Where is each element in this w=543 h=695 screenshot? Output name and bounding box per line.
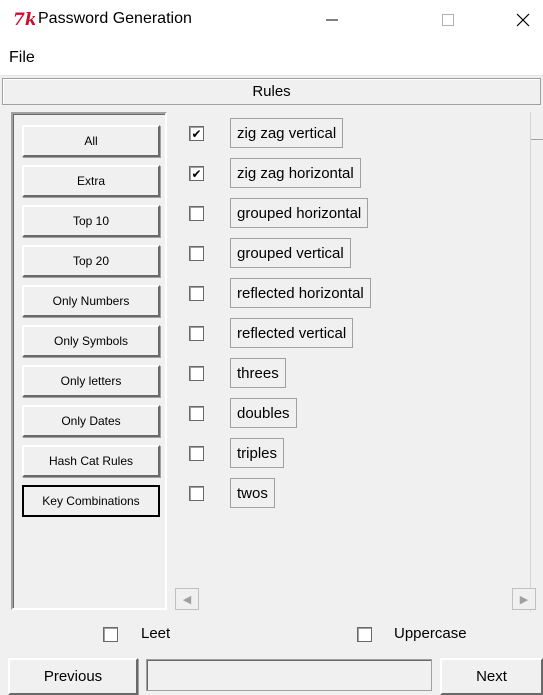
option-label: zig zag horizontal	[230, 158, 361, 188]
checkmark-icon: ✔	[191, 166, 202, 181]
option-label: grouped vertical	[230, 238, 351, 268]
scroll-right-arrow-icon[interactable]: ▶	[512, 588, 536, 610]
option-label: reflected horizontal	[230, 278, 371, 308]
option-checkbox[interactable]: ✔	[189, 166, 204, 181]
option-checkbox[interactable]	[189, 406, 204, 421]
rule-options-list: ✔ zig zag vertical ✔ zig zag horizontal grou…	[174, 112, 530, 612]
minimize-icon	[326, 19, 338, 21]
rule-button-only-dates[interactable]: Only Dates	[22, 405, 160, 437]
option-label: threes	[230, 358, 286, 388]
rule-button-only-symbols[interactable]: Only Symbols	[22, 325, 160, 357]
next-button[interactable]: Next	[440, 658, 543, 695]
option-label: zig zag vertical	[230, 118, 344, 148]
rule-button-extra[interactable]: Extra	[22, 165, 160, 197]
window-title: Password Generation	[38, 10, 192, 27]
rule-preset-panel: All Extra Top 10 Top 20 Only Numbers Only Sym…	[11, 112, 167, 610]
title-bar: 7k Password Generation	[0, 0, 543, 42]
rule-button-all[interactable]: All	[22, 125, 160, 157]
option-checkbox[interactable]	[189, 486, 204, 501]
uppercase-label: Uppercase	[394, 625, 467, 642]
maximize-icon	[442, 14, 454, 26]
option-checkbox[interactable]	[189, 206, 204, 221]
rule-button-only-numbers[interactable]: Only Numbers	[22, 285, 160, 317]
rule-button-only-letters[interactable]: Only letters	[22, 365, 160, 397]
rule-button-top-20[interactable]: Top 20	[22, 245, 160, 277]
option-label: doubles	[230, 398, 297, 428]
uppercase-checkbox[interactable]	[357, 627, 372, 642]
menu-file[interactable]: File	[9, 49, 35, 67]
rule-button-top-10[interactable]: Top 10	[22, 205, 160, 237]
option-label: grouped horizontal	[230, 198, 369, 228]
option-checkbox[interactable]	[189, 286, 204, 301]
option-checkbox[interactable]	[189, 446, 204, 461]
rule-button-hash-cat-rules[interactable]: Hash Cat Rules	[22, 445, 160, 477]
option-checkbox[interactable]	[189, 246, 204, 261]
close-button[interactable]	[503, 6, 543, 34]
svg-text:7k: 7k	[13, 10, 35, 29]
menu-bar: File	[0, 42, 543, 76]
progress-bar	[146, 659, 432, 691]
option-label: twos	[230, 478, 275, 508]
maximize-button[interactable]	[428, 6, 468, 34]
minimize-button[interactable]	[312, 6, 352, 34]
option-label: triples	[230, 438, 285, 468]
previous-button[interactable]: Previous	[8, 658, 138, 695]
rule-button-key-combinations[interactable]: Key Combinations	[22, 485, 160, 517]
close-icon	[516, 13, 530, 27]
option-checkbox[interactable]: ✔	[189, 126, 204, 141]
vertical-scrollbar[interactable]	[530, 112, 543, 612]
scroll-up-arrow-icon[interactable]	[531, 112, 543, 140]
leet-checkbox[interactable]	[103, 627, 118, 642]
option-label: reflected vertical	[230, 318, 354, 348]
option-checkbox[interactable]	[189, 366, 204, 381]
option-checkbox[interactable]	[189, 326, 204, 341]
tk-feather-icon: 7k	[13, 10, 35, 29]
scroll-left-arrow-icon[interactable]: ◀	[175, 588, 199, 610]
rules-header: Rules	[2, 78, 541, 105]
leet-label: Leet	[141, 625, 171, 642]
checkmark-icon: ✔	[191, 126, 202, 141]
